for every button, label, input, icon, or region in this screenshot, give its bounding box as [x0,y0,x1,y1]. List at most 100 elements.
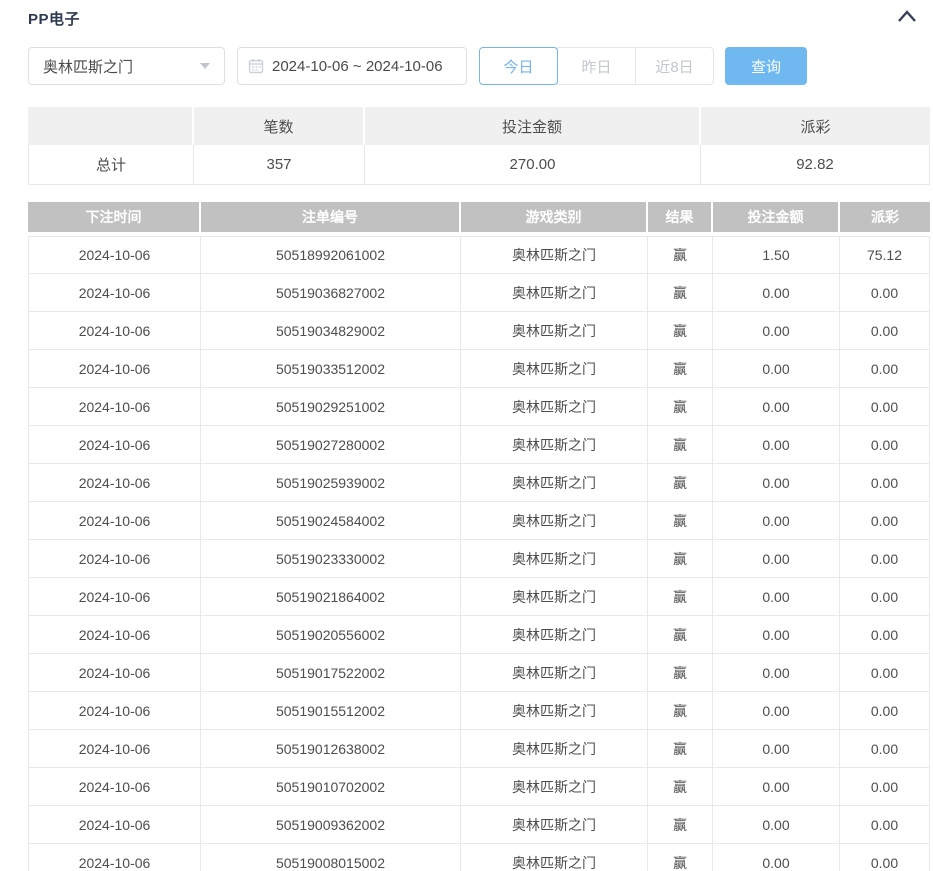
table-cell: 奥林匹斯之门 [461,768,648,806]
table-cell: 赢 [648,578,713,616]
table-row: 2024-10-0650519021864002奥林匹斯之门赢0.000.00 [28,578,930,616]
table-cell: 赢 [648,806,713,844]
table-cell: 0.00 [713,692,840,730]
table-cell: 赢 [648,274,713,312]
table-cell: 50519020556002 [201,616,461,654]
table-cell: 50519017522002 [201,654,461,692]
table-cell: 0.00 [840,578,930,616]
table-cell: 0.00 [840,350,930,388]
table-cell: 0.00 [840,312,930,350]
table-cell: 2024-10-06 [28,578,201,616]
records-body: 2024-10-0650518992061002奥林匹斯之门赢1.5075.12… [28,236,930,871]
table-cell: 2024-10-06 [28,464,201,502]
table-cell: 奥林匹斯之门 [461,692,648,730]
table-row: 2024-10-0650519029251002奥林匹斯之门赢0.000.00 [28,388,930,426]
date-range-input[interactable]: 2024-10-06 ~ 2024-10-06 [237,47,467,85]
table-cell: 奥林匹斯之门 [461,654,648,692]
game-select[interactable]: 奥林匹斯之门 [28,47,225,85]
table-cell: 2024-10-06 [28,312,201,350]
collapse-button[interactable] [896,8,918,26]
quick-button-last-8-days[interactable]: 近8日 [635,47,714,85]
records-header-cell: 游戏类别 [461,202,648,236]
table-cell: 0.00 [840,502,930,540]
table-cell: 2024-10-06 [28,692,201,730]
table-cell: 50519036827002 [201,274,461,312]
table-row: 2024-10-0650519012638002奥林匹斯之门赢0.000.00 [28,730,930,768]
table-cell: 50519008015002 [201,844,461,871]
table-cell: 0.00 [713,616,840,654]
table-row: 2024-10-0650519008015002奥林匹斯之门赢0.000.00 [28,844,930,871]
quick-range-buttons: 今日昨日近8日 [479,47,714,85]
table-cell: 2024-10-06 [28,654,201,692]
table-cell: 0.00 [840,426,930,464]
calendar-icon [248,58,264,74]
table-cell: 0.00 [713,502,840,540]
table-row: 2024-10-0650519015512002奥林匹斯之门赢0.000.00 [28,692,930,730]
table-row: 2024-10-0650519009362002奥林匹斯之门赢0.000.00 [28,806,930,844]
table-cell: 50518992061002 [201,236,461,274]
table-cell: 奥林匹斯之门 [461,806,648,844]
table-cell: 0.00 [840,616,930,654]
table-cell: 赢 [648,350,713,388]
table-cell: 奥林匹斯之门 [461,540,648,578]
table-row: 2024-10-0650519020556002奥林匹斯之门赢0.000.00 [28,616,930,654]
table-cell: 奥林匹斯之门 [461,578,648,616]
table-cell: 奥林匹斯之门 [461,426,648,464]
table-cell: 赢 [648,502,713,540]
table-cell: 2024-10-06 [28,844,201,871]
records-header-cell: 投注金额 [713,202,840,236]
summary-table: 笔数投注金额派彩 总计 357 270.00 92.82 [28,107,930,185]
table-cell: 2024-10-06 [28,806,201,844]
date-range-value: 2024-10-06 ~ 2024-10-06 [272,58,443,75]
summary-count: 357 [194,145,365,185]
table-cell: 0.00 [713,806,840,844]
table-row: 2024-10-0650519017522002奥林匹斯之门赢0.000.00 [28,654,930,692]
table-cell: 赢 [648,236,713,274]
table-cell: 赢 [648,464,713,502]
table-cell: 0.00 [713,578,840,616]
table-cell: 奥林匹斯之门 [461,274,648,312]
table-cell: 2024-10-06 [28,274,201,312]
records-header-cell: 下注时间 [28,202,201,236]
table-cell: 赢 [648,388,713,426]
table-cell: 奥林匹斯之门 [461,236,648,274]
table-cell: 50519021864002 [201,578,461,616]
chevron-up-icon [897,9,917,23]
search-button[interactable]: 查询 [725,47,807,85]
table-cell: 2024-10-06 [28,540,201,578]
table-cell: 赢 [648,540,713,578]
table-cell: 赢 [648,426,713,464]
table-cell: 50519025939002 [201,464,461,502]
table-cell: 0.00 [713,730,840,768]
table-row: 2024-10-0650519025939002奥林匹斯之门赢0.000.00 [28,464,930,502]
table-row: 2024-10-0650519034829002奥林匹斯之门赢0.000.00 [28,312,930,350]
summary-payout: 92.82 [701,145,930,185]
table-cell: 50519023330002 [201,540,461,578]
summary-total-label: 总计 [28,145,194,185]
table-cell: 50519027280002 [201,426,461,464]
summary-header-cell: 笔数 [194,107,365,145]
table-cell: 0.00 [713,350,840,388]
panel: PP电子 奥林匹斯之门 2024-10-06 ~ 2024- [28,0,930,871]
quick-button-yesterday[interactable]: 昨日 [557,47,636,85]
table-cell: 2024-10-06 [28,350,201,388]
table-row: 2024-10-0650519036827002奥林匹斯之门赢0.000.00 [28,274,930,312]
table-cell: 2024-10-06 [28,616,201,654]
table-cell: 赢 [648,312,713,350]
records-header-cell: 结果 [648,202,713,236]
table-cell: 2024-10-06 [28,502,201,540]
records-table: 下注时间注单编号游戏类别结果投注金额派彩 2024-10-06505189920… [28,202,930,871]
table-cell: 0.00 [840,730,930,768]
table-cell: 1.50 [713,236,840,274]
table-cell: 2024-10-06 [28,426,201,464]
table-cell: 50519033512002 [201,350,461,388]
summary-total-row: 总计 357 270.00 92.82 [28,145,930,185]
table-cell: 奥林匹斯之门 [461,350,648,388]
table-cell: 赢 [648,692,713,730]
table-cell: 75.12 [840,236,930,274]
table-cell: 奥林匹斯之门 [461,616,648,654]
quick-button-today[interactable]: 今日 [479,47,558,85]
table-cell: 奥林匹斯之门 [461,502,648,540]
table-cell: 赢 [648,730,713,768]
table-row: 2024-10-0650519023330002奥林匹斯之门赢0.000.00 [28,540,930,578]
